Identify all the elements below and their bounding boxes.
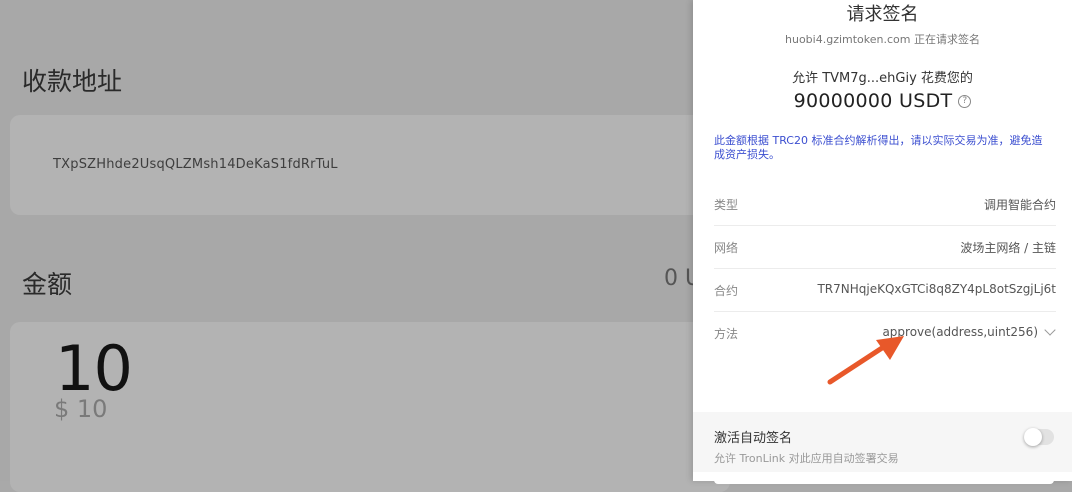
address-value: TXpSZHhde2UsqQLZMsh14DeKaS1fdRrTuL xyxy=(53,157,338,172)
detail-row-type: 类型 调用智能合约 xyxy=(714,183,1056,226)
auto-sign-title: 激活自动签名 xyxy=(714,431,793,446)
origin-suffix: 正在请求签名 xyxy=(910,33,980,46)
annotation-arrow-icon xyxy=(827,336,904,385)
detail-key: 合约 xyxy=(714,284,739,298)
permit-amount: 90000000 USDT xyxy=(793,90,953,112)
detail-value: 波场主网络 / 主链 xyxy=(960,241,1056,255)
amount-label: 金额 xyxy=(22,270,73,299)
contract-address[interactable]: TR7NHqjeKQxGTCi8q8ZY4pL8otSzgjLj6t xyxy=(817,282,1056,296)
amount-notice: 此金额根据 TRC20 标准合约解析得出，请以实际交易为准，避免造成资产损失。 xyxy=(714,134,1043,161)
detail-key: 网络 xyxy=(714,241,739,255)
detail-row-contract: 合约 TR7NHqjeKQxGTCi8q8ZY4pL8otSzgjLj6t xyxy=(714,269,1056,312)
sign-request-modal: 请求签名 huobi4.gzimtoken.com 正在请求签名 允许 TVM7… xyxy=(693,0,1072,484)
auto-sign-toggle[interactable] xyxy=(1024,428,1054,446)
chevron-down-icon[interactable] xyxy=(1044,324,1056,336)
toggle-knob xyxy=(1024,428,1042,446)
request-origin: huobi4.gzimtoken.com 正在请求签名 xyxy=(693,31,1072,47)
detail-value: 调用智能合约 xyxy=(983,198,1056,212)
question-circle-icon[interactable]: ? xyxy=(958,95,972,108)
fiat-value: $ 10 xyxy=(54,395,108,423)
origin-host: huobi4.gzimtoken.com xyxy=(785,33,911,46)
detail-key: 类型 xyxy=(714,198,739,212)
modal-title: 请求签名 xyxy=(846,4,919,25)
address-label: 收款地址 xyxy=(22,67,123,96)
permit-text: 允许 TVM7g...ehGiy 花费您的 xyxy=(792,71,973,86)
detail-key: 方法 xyxy=(714,327,739,341)
auto-sign-section: 激活自动签名 允许 TronLink 对此应用自动签署交易 xyxy=(693,412,1072,472)
detail-row-network: 网络 波场主网络 / 主链 xyxy=(714,226,1056,269)
permit-amount-row: 90000000 USDT? xyxy=(693,90,1072,112)
auto-sign-description: 允许 TronLink 对此应用自动签署交易 xyxy=(714,452,899,465)
bottom-panel-edge xyxy=(714,476,1054,484)
